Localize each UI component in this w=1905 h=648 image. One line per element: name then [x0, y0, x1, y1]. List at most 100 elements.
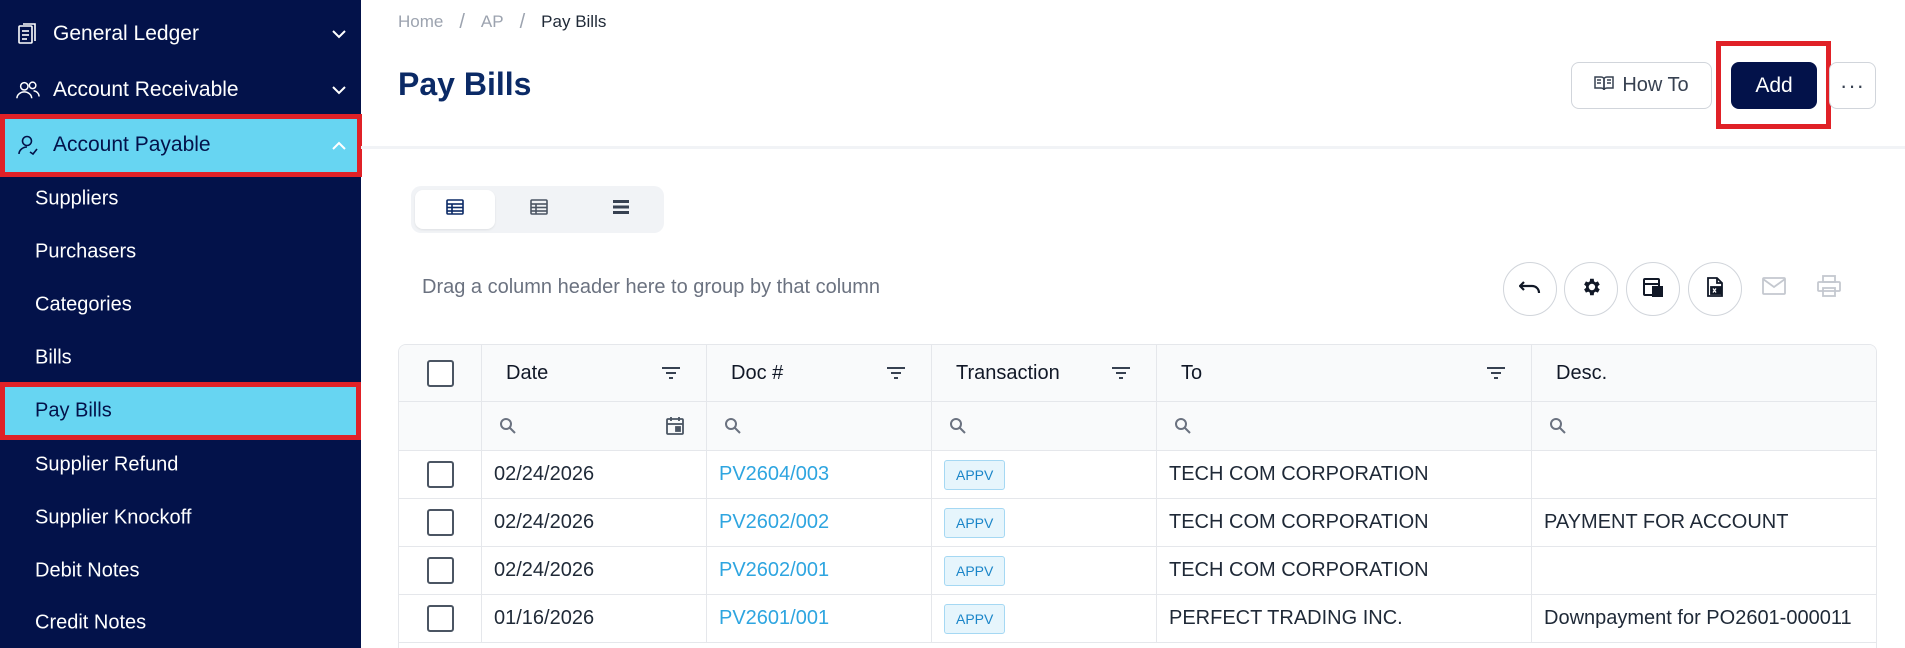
date-value: 01/16/2026 [494, 607, 595, 629]
search-icon [723, 416, 743, 436]
sidebar-item-bills[interactable]: Bills [0, 331, 361, 384]
filter-to-input[interactable] [1157, 402, 1532, 450]
more-options-button[interactable]: ··· [1829, 62, 1876, 109]
to-value: PERFECT TRADING INC. [1169, 607, 1403, 629]
add-button[interactable]: Add [1731, 62, 1817, 109]
desc-value: Downpayment for PO2601-000011 [1544, 607, 1852, 629]
sidebar-item-credit-notes[interactable]: Credit Notes [0, 596, 361, 648]
export-excel-icon [1704, 276, 1726, 303]
doc-link[interactable]: PV2601/001 [719, 607, 829, 630]
sidebar-item-suppliers[interactable]: Suppliers [0, 172, 361, 225]
to-cell: PERFECT TRADING INC. [1157, 595, 1532, 642]
row-checkbox[interactable] [426, 461, 454, 488]
sidebar-item-pay-bills[interactable]: Pay Bills [0, 384, 361, 437]
ledger-icon [16, 22, 40, 46]
sidebar-item-supplier-knockoff[interactable]: Supplier Knockoff [0, 491, 361, 544]
row-checkbox[interactable] [426, 509, 454, 536]
filter-doc-input[interactable] [707, 402, 932, 450]
desc-cell: Downpayment for PO2601-000011 [1532, 595, 1876, 642]
sidebar-item-debit-notes[interactable]: Debit Notes [0, 544, 361, 597]
table-row[interactable]: 02/24/2026 PV2602/001 APPV TECH COM CORP… [399, 547, 1876, 595]
filter-icon[interactable] [1110, 362, 1132, 384]
breadcrumb-section[interactable]: AP [481, 12, 504, 32]
breadcrumb-home[interactable]: Home [398, 12, 443, 32]
desc-cell [1532, 451, 1876, 498]
column-header-doc[interactable]: Doc # [707, 345, 932, 401]
sidebar-item-label: Account Payable [53, 133, 211, 156]
table-filter-row [399, 402, 1876, 451]
select-all-cell [399, 345, 482, 401]
column-header-desc[interactable]: Desc. [1532, 345, 1876, 401]
calendar-icon[interactable] [664, 415, 686, 437]
doc-cell: PV2602/002 [707, 499, 932, 546]
transaction-cell: APPV [932, 499, 1157, 546]
sidebar-item-supplier-refund[interactable]: Supplier Refund [0, 438, 361, 491]
user-icon [16, 133, 40, 157]
date-cell: 02/24/2026 [482, 499, 707, 546]
table-row[interactable]: 02/24/2026 PV2604/003 APPV TECH COM CORP… [399, 451, 1876, 499]
table-view-icon [530, 199, 548, 220]
table-row[interactable]: 01/16/2026 PV2601/001 APPV PERFECT TRADI… [399, 595, 1876, 643]
sidebar-item-categories[interactable]: Categories [0, 278, 361, 331]
filter-desc-input[interactable] [1532, 402, 1876, 450]
sidebar-item-purchasers[interactable]: Purchasers [0, 225, 361, 278]
doc-link[interactable]: PV2602/001 [719, 559, 829, 582]
search-icon [498, 416, 518, 436]
email-button[interactable] [1758, 272, 1790, 304]
doc-link[interactable]: PV2602/002 [719, 511, 829, 534]
table-row[interactable]: 02/24/2026 PV2602/002 APPV TECH COM CORP… [399, 499, 1876, 547]
breadcrumb: Home / AP / Pay Bills [398, 10, 606, 34]
undo-button[interactable] [1503, 262, 1557, 316]
group-by-hint: Drag a column header here to group by th… [422, 276, 881, 298]
doc-cell: PV2604/003 [707, 451, 932, 498]
table-view-button[interactable] [499, 190, 579, 229]
list-view-button[interactable] [581, 190, 661, 229]
how-to-button[interactable]: How To [1571, 62, 1712, 109]
column-header-to[interactable]: To [1157, 345, 1532, 401]
settings-icon [1580, 276, 1602, 303]
grid-view-button[interactable] [415, 190, 495, 229]
settings-button[interactable] [1564, 262, 1618, 316]
search-icon [948, 416, 968, 436]
breadcrumb-separator: / [519, 10, 526, 33]
pay-bills-table: Date Doc # Transaction To Desc. 02/24/20… [398, 344, 1877, 648]
column-chooser-button[interactable] [1626, 262, 1680, 316]
column-header-label: Transaction [956, 361, 1060, 384]
sidebar: General Ledger Account Receivable Accoun… [0, 0, 361, 648]
date-value: 02/24/2026 [494, 511, 595, 533]
status-badge: APPV [944, 459, 1006, 490]
to-cell: TECH COM CORPORATION [1157, 451, 1532, 498]
sidebar-item-label: Supplier Knockoff [35, 506, 192, 528]
date-cell: 02/24/2026 [482, 547, 707, 594]
sidebar-item-label: Purchasers [35, 240, 137, 262]
filter-date-input[interactable] [482, 402, 707, 450]
doc-cell: PV2601/001 [707, 595, 932, 642]
column-chooser-icon [1642, 276, 1664, 303]
row-checkbox[interactable] [426, 557, 454, 584]
view-mode-toggle [411, 186, 664, 233]
to-cell: TECH COM CORPORATION [1157, 547, 1532, 594]
row-select-cell [399, 451, 482, 498]
sidebar-item-account-receivable[interactable]: Account Receivable [0, 62, 361, 118]
column-header-transaction[interactable]: Transaction [932, 345, 1157, 401]
transaction-cell: APPV [932, 451, 1157, 498]
select-all-checkbox[interactable] [426, 359, 454, 387]
doc-link[interactable]: PV2604/003 [719, 463, 829, 486]
filter-transaction-input[interactable] [932, 402, 1157, 450]
header-divider [361, 146, 1905, 149]
chevron-up-icon [331, 137, 347, 153]
print-icon [1817, 274, 1841, 302]
filter-icon[interactable] [660, 362, 682, 384]
chevron-down-icon [331, 26, 347, 42]
sidebar-item-account-payable[interactable]: Account Payable [0, 117, 361, 173]
column-header-date[interactable]: Date [482, 345, 707, 401]
print-button[interactable] [1813, 272, 1845, 304]
filter-icon[interactable] [885, 362, 907, 384]
search-icon [1173, 416, 1193, 436]
filter-icon[interactable] [1485, 362, 1507, 384]
sidebar-item-general-ledger[interactable]: General Ledger [0, 6, 361, 62]
status-badge: APPV [944, 555, 1006, 586]
export-excel-button[interactable] [1688, 262, 1742, 316]
row-checkbox[interactable] [426, 605, 454, 632]
doc-cell: PV2602/001 [707, 547, 932, 594]
